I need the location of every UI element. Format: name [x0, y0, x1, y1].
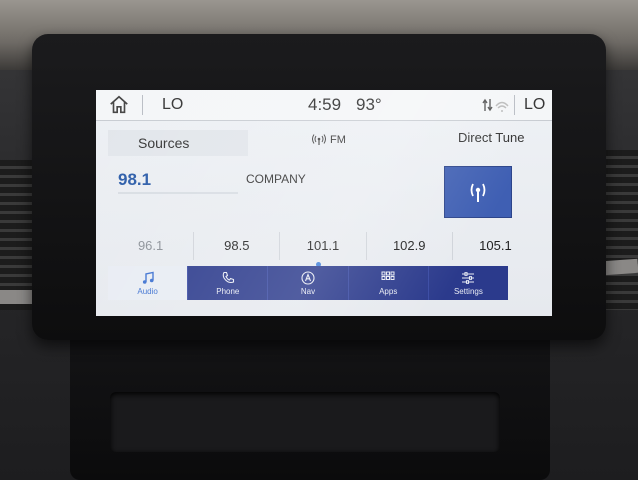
settings-sliders-icon — [462, 271, 475, 284]
passenger-temp[interactable]: LO — [524, 96, 545, 114]
preset-4[interactable]: 102.9 — [365, 232, 452, 260]
signal-status-icon — [482, 96, 510, 114]
nav-audio-label: Audio — [137, 286, 158, 296]
nav-nav-label: Nav — [300, 286, 316, 296]
preset-1[interactable]: 96.1 — [108, 232, 193, 260]
nav-navigation[interactable]: Nav — [267, 266, 348, 300]
broadcast-icon — [470, 183, 486, 202]
band-label: FM — [330, 134, 346, 146]
nav-apps-label: Apps — [379, 286, 398, 296]
station-name: COMPANY — [246, 172, 306, 186]
nav-settings[interactable]: Settings — [427, 266, 509, 300]
current-frequency: 98.1 — [118, 170, 152, 189]
nav-apps[interactable]: Apps — [347, 266, 428, 300]
navigation-icon — [301, 270, 315, 285]
preset-5[interactable]: 105.1 — [451, 232, 538, 260]
band-indicator: FM — [312, 134, 346, 146]
broadcast-icon — [312, 134, 326, 145]
preset-3[interactable]: 101.1 — [279, 232, 365, 260]
preset-2[interactable]: 98.5 — [193, 232, 279, 260]
nav-audio[interactable]: Audio — [108, 266, 188, 300]
nav-phone-label: Phone — [216, 286, 240, 296]
nav-phone[interactable]: Phone — [187, 266, 268, 300]
console-tray — [110, 392, 500, 452]
driver-temp[interactable]: LO — [162, 96, 183, 114]
status-bar: LO 4:59 93° LO — [96, 90, 552, 121]
outside-temp: 93° — [356, 95, 382, 114]
divider — [514, 95, 515, 115]
sources-button[interactable]: Sources — [108, 130, 248, 156]
clock: 4:59 — [308, 95, 342, 114]
phone-icon — [222, 271, 234, 283]
frequency-underline — [118, 192, 238, 194]
preset-bar: 96.1 98.5 101.1 102.9 105.1 — [108, 232, 538, 260]
music-note-icon — [142, 271, 154, 284]
home-icon[interactable] — [108, 94, 130, 116]
bottom-nav: Audio Phone Nav Apps Settings — [108, 266, 509, 300]
direct-tune-button[interactable]: Direct Tune — [458, 130, 524, 145]
nav-settings-label: Settings — [453, 286, 483, 296]
divider — [142, 95, 143, 115]
radio-tile[interactable] — [444, 166, 512, 218]
apps-grid-icon — [381, 271, 395, 280]
infotainment-screen: LO 4:59 93° LO Sources FM Direct Tune 98… — [96, 90, 552, 316]
